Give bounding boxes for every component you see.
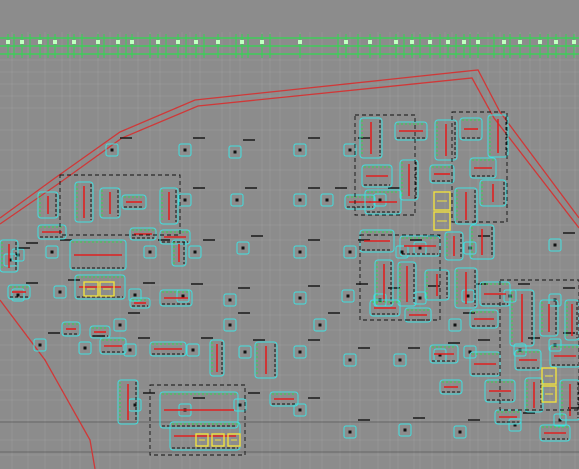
axis-tick-marker [53,40,57,44]
column-core [193,250,197,254]
axis-tick-marker [20,40,24,44]
axis-tick-marker [130,40,134,44]
column-core [298,198,302,202]
column-core [348,250,352,254]
column-core [298,148,302,152]
column-core [191,348,195,352]
axis-tick-marker [410,40,414,44]
column-core [553,243,557,247]
column-core [110,148,114,152]
axis-tick-marker [518,40,522,44]
column-core [453,323,457,327]
axis-tick-marker [344,40,348,44]
column-core [228,323,232,327]
column-core [16,293,20,297]
column-core [238,403,242,407]
column-core [58,290,62,294]
column-core [403,428,407,432]
column-core [298,408,302,412]
axis-tick-marker [554,40,558,44]
column-core [133,293,137,297]
structural-plan-drawing [0,0,579,469]
axis-tick-marker [462,40,466,44]
axis-tick-marker [156,40,160,44]
cad-drawing-viewport[interactable] [0,0,579,469]
column-core [148,250,152,254]
axis-tick-marker [240,40,244,44]
column-core [118,323,122,327]
column-core [318,323,322,327]
column-core [348,358,352,362]
axis-tick-marker [538,40,542,44]
column-core [181,294,185,298]
column-core [83,346,87,350]
axis-tick-marker [260,40,264,44]
column-core [418,296,422,300]
column-core [418,246,422,250]
column-core [183,148,187,152]
column-core [298,250,302,254]
column-core [128,348,132,352]
axis-tick-marker [446,40,450,44]
column-core [466,294,470,298]
column-core [228,298,232,302]
column-core [346,294,350,298]
axis-tick-marker [476,40,480,44]
column-core [50,250,54,254]
column-core [183,198,187,202]
column-core [243,350,247,354]
axis-tick-marker [428,40,432,44]
column-core [233,150,237,154]
column-core [348,430,352,434]
axis-tick-marker [176,40,180,44]
column-core [458,430,462,434]
axis-label-bar [0,34,579,58]
axis-tick-marker [368,40,372,44]
axis-tick-marker [116,40,120,44]
column-core [38,343,42,347]
axis-tick-marker [72,40,76,44]
column-core [325,198,329,202]
column-core [235,198,239,202]
column-core [298,350,302,354]
axis-tick-marker [6,40,10,44]
axis-tick-marker [502,40,506,44]
column-core [400,250,404,254]
column-core [348,148,352,152]
axis-tick-marker [38,40,42,44]
axis-tick-marker [298,40,302,44]
column-core [298,296,302,300]
axis-tick-marker [96,40,100,44]
axis-tick-marker [194,40,198,44]
column-core [241,246,245,250]
axis-tick-marker [394,40,398,44]
axis-tick-marker [216,40,220,44]
axis-tick-marker [572,40,576,44]
column-core [378,198,382,202]
column-core [398,358,402,362]
